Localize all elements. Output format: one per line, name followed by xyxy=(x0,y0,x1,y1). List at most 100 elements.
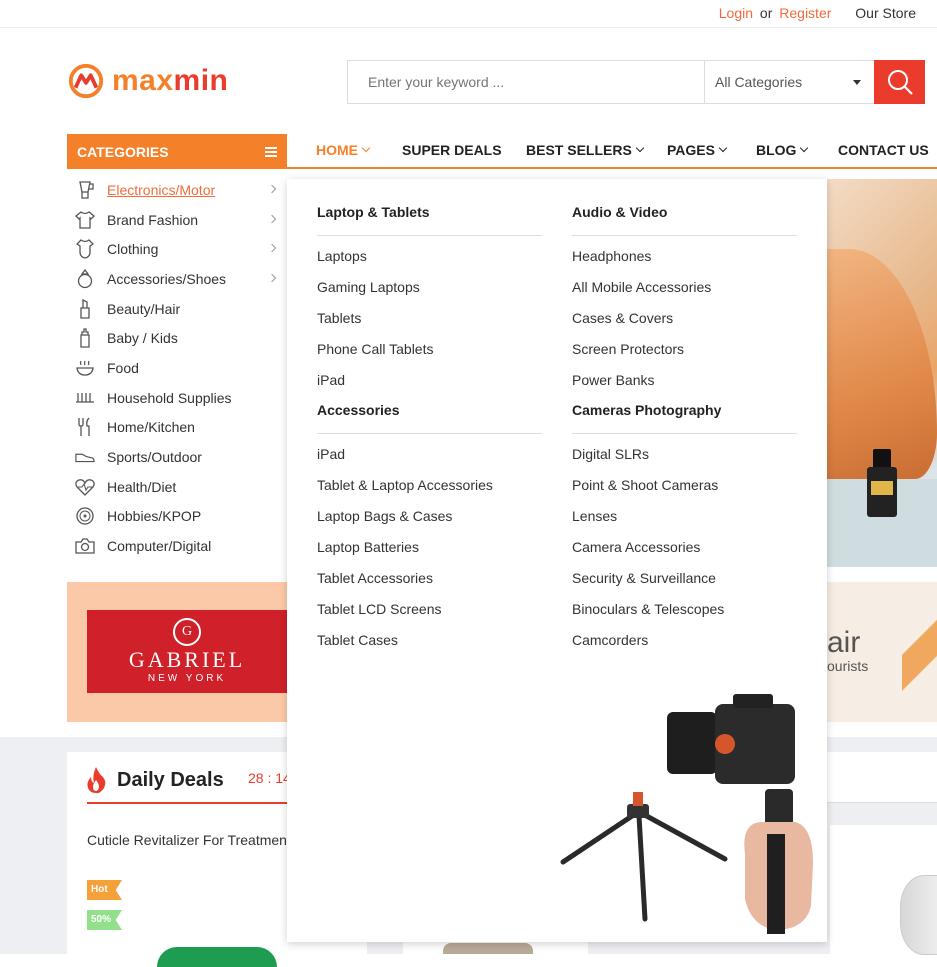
chevron-down-icon xyxy=(718,143,728,153)
nav-super-deals[interactable]: SUPER DEALS xyxy=(402,142,502,158)
divider xyxy=(572,235,797,236)
nav-blog[interactable]: BLOG xyxy=(756,142,809,158)
gabriel-brand: GABRIEL xyxy=(128,647,246,672)
sidebar-item-hobbies[interactable]: Hobbies/KPOP xyxy=(67,502,287,532)
perfume-cap xyxy=(873,449,891,469)
sidebar-item-baby-kids[interactable]: Baby / Kids xyxy=(67,323,287,353)
mega-link[interactable]: Cases & Covers xyxy=(572,308,797,339)
mega-heading[interactable]: Cameras Photography xyxy=(572,402,797,424)
category-select[interactable]: All Categories xyxy=(705,61,875,103)
sidebar-item-sports[interactable]: Sports/Outdoor xyxy=(67,442,287,472)
search-icon xyxy=(887,70,913,95)
deal-countdown: 28 : 14 xyxy=(248,770,291,786)
mega-link[interactable]: Security & Surveillance xyxy=(572,568,797,599)
nav-pages[interactable]: PAGES xyxy=(667,142,728,158)
categories-label: CATEGORIES xyxy=(77,143,169,160)
sidebar-item-household[interactable]: Household Supplies xyxy=(67,383,287,413)
nav-super-deals-label: SUPER DEALS xyxy=(402,142,502,158)
mega-link[interactable]: Laptop Bags & Cases xyxy=(317,506,542,537)
nav-home-label: HOME xyxy=(316,142,358,158)
mega-link[interactable]: Tablet Cases xyxy=(317,630,542,661)
sidebar-item-label: Food xyxy=(107,359,139,376)
product-card[interactable] xyxy=(403,940,588,954)
mega-link[interactable]: Camera Accessories xyxy=(572,537,797,568)
gabriel-logo: G GABRIEL NEW YORK xyxy=(87,610,287,693)
sidebar-item-electronics[interactable]: Electronics/Motor xyxy=(67,175,287,205)
sidebar-item-label: Household Supplies xyxy=(107,389,232,406)
sidebar-item-label: Accessories/Shoes xyxy=(107,270,227,287)
mega-link[interactable]: Gaming Laptops xyxy=(317,277,542,308)
our-store-link[interactable]: Our Store xyxy=(855,5,916,21)
nav-contact-us[interactable]: CONTACT US xyxy=(838,142,929,158)
discount-badge: 50% xyxy=(87,910,122,930)
mega-link[interactable]: Laptops xyxy=(317,246,542,277)
nav-home[interactable]: HOME xyxy=(316,142,371,158)
nav-best-sellers[interactable]: BEST SELLERS xyxy=(526,142,645,158)
chevron-right-icon xyxy=(267,273,277,283)
mega-link[interactable]: Power Banks xyxy=(572,370,797,401)
mega-link[interactable]: Tablets xyxy=(317,308,542,339)
vinyl-record-icon xyxy=(75,506,95,526)
hot-badge: Hot xyxy=(87,880,122,900)
gabriel-banner[interactable]: G GABRIEL NEW YORK xyxy=(67,582,287,722)
mega-heading[interactable]: Laptop & Tablets xyxy=(317,204,542,226)
mega-link[interactable]: iPad xyxy=(317,444,542,475)
sidebar-item-food[interactable]: Food xyxy=(67,353,287,383)
camera-tripod-image[interactable] xyxy=(555,694,830,939)
flame-icon xyxy=(87,767,106,794)
deal-product-name[interactable]: Cuticle Revitalizer For Treatment xyxy=(87,832,291,848)
sidebar-item-label: Brand Fashion xyxy=(107,211,199,228)
promo-banner-subtitle: ourists xyxy=(827,658,869,674)
banner-decoration xyxy=(902,582,937,722)
mega-link[interactable]: Tablet Accessories xyxy=(317,568,542,599)
search-button[interactable] xyxy=(874,60,925,104)
mega-link[interactable]: Lenses xyxy=(572,506,797,537)
chevron-right-icon xyxy=(267,244,277,253)
mega-column-left: Laptop & Tablets Laptops Gaming Laptops … xyxy=(317,204,542,661)
mega-link[interactable]: Camcorders xyxy=(572,630,797,661)
logo-text-max: max xyxy=(112,64,174,97)
heartbeat-icon xyxy=(75,477,95,497)
mega-heading[interactable]: Audio & Video xyxy=(572,204,797,226)
divider xyxy=(317,235,542,236)
mega-link[interactable]: Laptop Batteries xyxy=(317,537,542,568)
mega-link[interactable]: Phone Call Tablets xyxy=(317,339,542,370)
divider xyxy=(317,433,542,434)
section-header-card xyxy=(827,752,937,803)
perfume-bottle-image xyxy=(867,467,897,517)
camera-icon xyxy=(75,536,95,556)
hero-slider-image[interactable] xyxy=(827,179,937,567)
product-card[interactable] xyxy=(830,825,937,955)
mega-link[interactable]: iPad xyxy=(317,370,542,401)
mega-link[interactable]: Screen Protectors xyxy=(572,339,797,370)
blender-icon xyxy=(75,180,95,200)
chevron-right-icon xyxy=(267,214,277,223)
sidebar-item-beauty[interactable]: Beauty/Hair xyxy=(67,294,287,324)
mega-heading[interactable]: Accessories xyxy=(317,402,542,424)
mega-link[interactable]: Digital SLRs xyxy=(572,444,797,475)
product-image[interactable] xyxy=(157,947,277,967)
login-link[interactable]: Login xyxy=(719,5,753,21)
mega-link[interactable]: Binoculars & Telescopes xyxy=(572,599,797,630)
search-input[interactable] xyxy=(348,61,705,103)
sidebar-item-clothing[interactable]: Clothing xyxy=(67,234,287,264)
chevron-down-icon xyxy=(361,143,371,153)
category-select-value: All Categories xyxy=(715,74,803,90)
sidebar-item-computer[interactable]: Computer/Digital xyxy=(67,531,287,561)
mega-link[interactable]: Point & Shoot Cameras xyxy=(572,475,797,506)
sidebar-item-brand-fashion[interactable]: Brand Fashion xyxy=(67,205,287,235)
hero-decoration xyxy=(827,249,937,479)
promo-banner[interactable]: air ourists xyxy=(827,582,937,722)
site-logo[interactable]: maxmin xyxy=(67,62,228,100)
sidebar-item-home-kitchen[interactable]: Home/Kitchen xyxy=(67,413,287,443)
mega-link[interactable]: All Mobile Accessories xyxy=(572,277,797,308)
register-link[interactable]: Register xyxy=(779,5,831,21)
mega-link[interactable]: Tablet & Laptop Accessories xyxy=(317,475,542,506)
mega-link[interactable]: Tablet LCD Screens xyxy=(317,599,542,630)
mega-link[interactable]: Headphones xyxy=(572,246,797,277)
divider xyxy=(827,802,937,803)
sidebar-item-accessories[interactable]: Accessories/Shoes xyxy=(67,264,287,294)
sidebar-item-health[interactable]: Health/Diet xyxy=(67,472,287,502)
chevron-down-icon xyxy=(800,143,809,153)
categories-toggle[interactable]: CATEGORIES xyxy=(67,134,287,169)
